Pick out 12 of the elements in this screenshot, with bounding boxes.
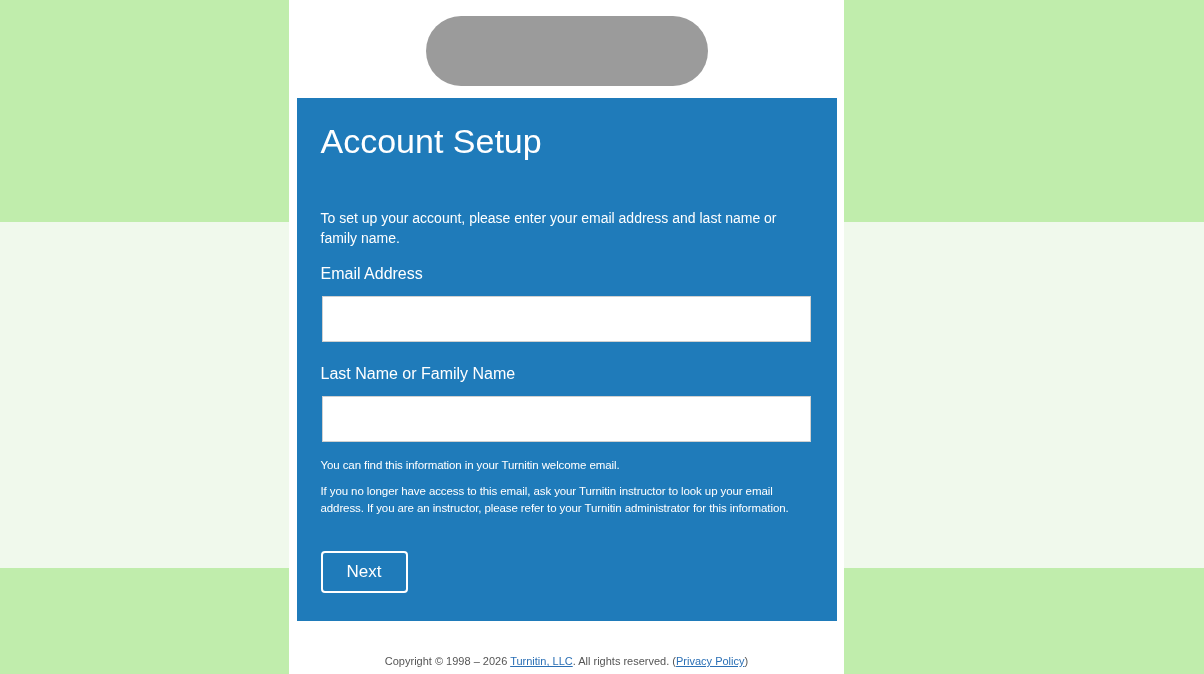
input-field[interactable] bbox=[321, 296, 811, 342]
next-button[interactable]: Next bbox=[320, 551, 408, 593]
help-text: If you no longer have access to this email, ask your Turnitin instructor to look up your email address. If you are an instructor, please refer to your Turnitin administrator for this information. bbox=[320, 484, 790, 516]
help-text: You can find this information in your Turnitin welcome email. bbox=[320, 458, 621, 473]
input-field[interactable] bbox=[321, 396, 811, 442]
page-title: Account Setup bbox=[320, 121, 542, 162]
field-label: Last Name or Family Name bbox=[320, 364, 516, 384]
copyright-text: Copyright © 1998 – 2026 Turnitin, LLC. All rights reserved. (Privacy Policy) bbox=[384, 655, 749, 667]
company-link[interactable]: Turnitin, LLC bbox=[510, 655, 573, 667]
privacy-policy-link[interactable]: Privacy Policy bbox=[676, 655, 745, 667]
field-label: Email Address bbox=[320, 264, 423, 284]
intro-text: To set up your account, please enter your email address and last name or family name. bbox=[320, 209, 778, 248]
